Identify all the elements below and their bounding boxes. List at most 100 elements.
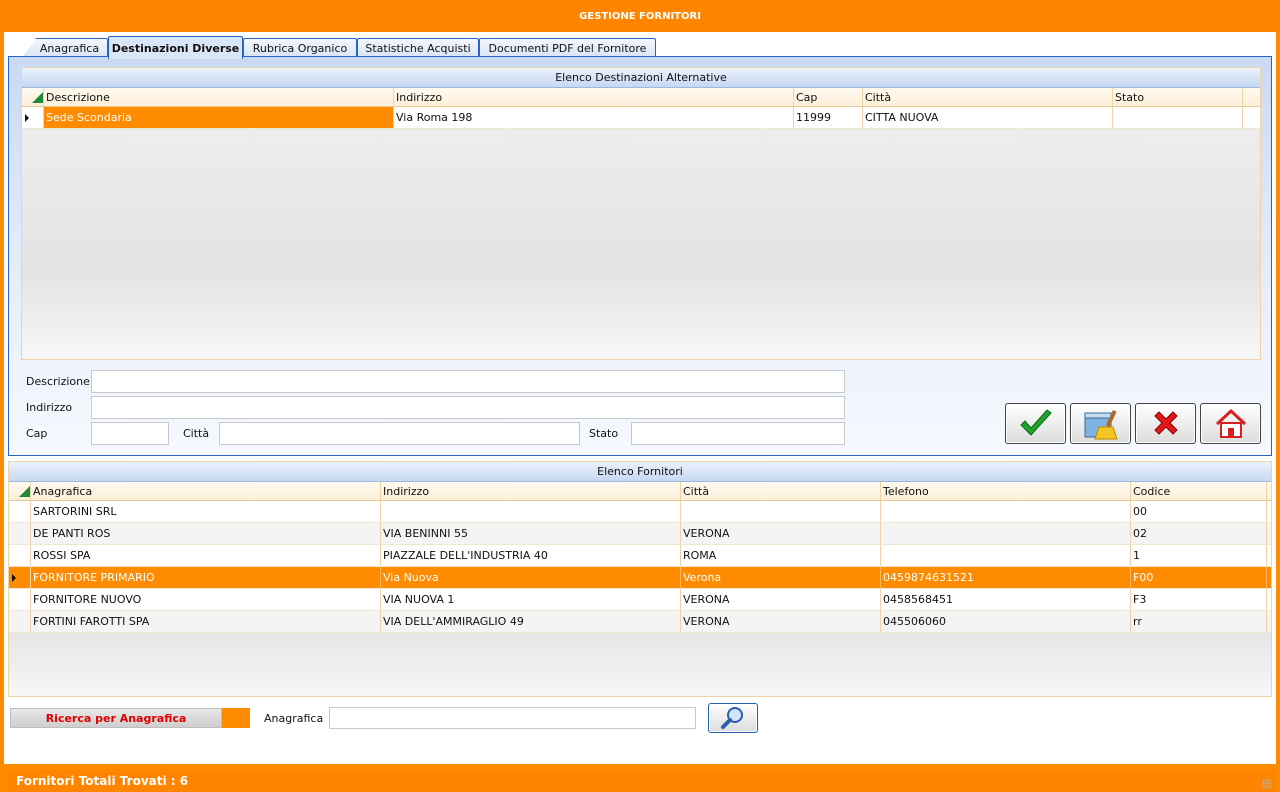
- column-header-anagrafica[interactable]: Anagrafica: [31, 482, 381, 500]
- suppliers-grid[interactable]: Elenco Fornitori Anagrafica Indirizzo Ci…: [8, 461, 1272, 697]
- tab-strip: Anagrafica Destinazioni Diverse Rubrica …: [12, 36, 1274, 59]
- stato-label: Stato: [589, 427, 619, 440]
- sort-indicator-icon: [19, 486, 30, 497]
- row-selector[interactable]: [22, 107, 44, 128]
- column-header-indirizzo[interactable]: Indirizzo: [381, 482, 681, 500]
- cell-codice[interactable]: F3: [1131, 589, 1267, 610]
- row-selector-header: [9, 482, 31, 500]
- descrizione-label: Descrizione: [26, 375, 90, 388]
- cell-codice[interactable]: 02: [1131, 523, 1267, 544]
- cell-indirizzo[interactable]: [381, 501, 681, 522]
- cell-citta[interactable]: VERONA: [681, 589, 881, 610]
- column-header-codice[interactable]: Codice: [1131, 482, 1267, 500]
- column-header-indirizzo[interactable]: Indirizzo: [394, 88, 794, 106]
- descrizione-input[interactable]: [91, 370, 845, 393]
- row-selector[interactable]: [9, 589, 31, 610]
- cell-codice[interactable]: F00: [1131, 567, 1267, 588]
- cell-indirizzo[interactable]: PIAZZALE DELL'INDUSTRIA 40: [381, 545, 681, 566]
- cell-telefono[interactable]: [881, 501, 1131, 522]
- column-header-descrizione[interactable]: Descrizione: [44, 88, 394, 106]
- column-header-telefono[interactable]: Telefono: [881, 482, 1131, 500]
- row-selector[interactable]: [9, 523, 31, 544]
- cell-anagrafica[interactable]: SARTORINI SRL: [31, 501, 381, 522]
- table-row[interactable]: ROSSI SPA PIAZZALE DELL'INDUSTRIA 40 ROMA 1: [9, 545, 1271, 567]
- cell-indirizzo[interactable]: VIA BENINNI 55: [381, 523, 681, 544]
- table-row[interactable]: FORNITORE PRIMARIO Via Nuova Verona 0459874…: [9, 567, 1271, 589]
- cell-telefono[interactable]: 0458568451: [881, 589, 1131, 610]
- cell-indirizzo[interactable]: Via Nuova: [381, 567, 681, 588]
- table-row[interactable]: FORNITORE NUOVO VIA NUOVA 1 VERONA 04585684…: [9, 589, 1271, 611]
- table-row[interactable]: FORTINI FAROTTI SPA VIA DELL'AMMIRAGLIO 4…: [9, 611, 1271, 633]
- cell-anagrafica[interactable]: FORTINI FAROTTI SPA: [31, 611, 381, 632]
- cell-citta[interactable]: Verona: [681, 567, 881, 588]
- sort-indicator-icon: [32, 92, 43, 103]
- row-selector[interactable]: [9, 545, 31, 566]
- search-button[interactable]: [708, 703, 758, 733]
- cell-anagrafica[interactable]: FORNITORE NUOVO: [31, 589, 381, 610]
- anagrafica-search-input[interactable]: [329, 707, 696, 729]
- tab-anagrafica[interactable]: Anagrafica: [22, 38, 108, 58]
- cell-codice[interactable]: 1: [1131, 545, 1267, 566]
- column-header-stato[interactable]: Stato: [1113, 88, 1243, 106]
- cell-indirizzo[interactable]: Via Roma 198: [394, 107, 794, 128]
- tab-rubrica-organico[interactable]: Rubrica Organico: [243, 38, 357, 58]
- table-row[interactable]: SARTORINI SRL 00: [9, 501, 1271, 523]
- cell-telefono[interactable]: [881, 545, 1131, 566]
- confirm-button[interactable]: [1005, 403, 1066, 444]
- cell-citta[interactable]: CITTA NUOVA: [863, 107, 1113, 128]
- cell-codice[interactable]: 00: [1131, 501, 1267, 522]
- cap-input[interactable]: [91, 422, 169, 445]
- suppliers-grid-header: Anagrafica Indirizzo Città Telefono Codi…: [9, 482, 1271, 501]
- row-selector[interactable]: [9, 567, 31, 588]
- column-header-cap[interactable]: Cap: [794, 88, 863, 106]
- home-button[interactable]: [1200, 403, 1261, 444]
- cell-indirizzo[interactable]: VIA DELL'AMMIRAGLIO 49: [381, 611, 681, 632]
- indirizzo-input[interactable]: [91, 396, 845, 419]
- cell-citta[interactable]: VERONA: [681, 523, 881, 544]
- tab-panel-destinazioni: Elenco Destinazioni Alternative Descrizi…: [8, 56, 1272, 456]
- magnifier-icon: [721, 707, 743, 729]
- destinations-grid-caption: Elenco Destinazioni Alternative: [22, 68, 1260, 88]
- destinations-grid[interactable]: Elenco Destinazioni Alternative Descrizi…: [21, 67, 1261, 360]
- main-client-area: Anagrafica Destinazioni Diverse Rubrica …: [4, 32, 1276, 792]
- tab-destinazioni-diverse[interactable]: Destinazioni Diverse: [108, 36, 243, 59]
- cell-descrizione[interactable]: Sede Scondaria: [44, 107, 394, 128]
- window-title: GESTIONE FORNITORI: [0, 0, 1280, 32]
- table-row[interactable]: Sede Scondaria Via Roma 198 11999 CITTA …: [22, 107, 1260, 129]
- cell-stato[interactable]: [1113, 107, 1243, 128]
- stato-input[interactable]: [631, 422, 845, 445]
- column-header-citta[interactable]: Città: [863, 88, 1113, 106]
- column-header-citta[interactable]: Città: [681, 482, 881, 500]
- home-icon: [1215, 408, 1246, 438]
- clear-button[interactable]: [1070, 403, 1131, 444]
- cell-citta[interactable]: VERONA: [681, 611, 881, 632]
- cell-telefono[interactable]: 045506060: [881, 611, 1131, 632]
- tab-documenti-pdf[interactable]: Documenti PDF del Fornitore: [479, 38, 656, 58]
- row-selector[interactable]: [9, 501, 31, 522]
- cell-citta[interactable]: [681, 501, 881, 522]
- cell-citta[interactable]: ROMA: [681, 545, 881, 566]
- cell-cap[interactable]: 11999: [794, 107, 863, 128]
- suppliers-grid-caption: Elenco Fornitori: [9, 462, 1271, 482]
- cell-telefono[interactable]: 0459874631521: [881, 567, 1131, 588]
- indirizzo-label: Indirizzo: [26, 401, 73, 414]
- current-row-icon: [12, 573, 16, 582]
- cell-codice[interactable]: rr: [1131, 611, 1267, 632]
- cap-label: Cap: [26, 427, 48, 440]
- search-mode-button[interactable]: Ricerca per Anagrafica: [10, 708, 222, 728]
- tab-statistiche-acquisti[interactable]: Statistiche Acquisti: [357, 38, 479, 58]
- table-row[interactable]: DE PANTI ROS VIA BENINNI 55 VERONA 02: [9, 523, 1271, 545]
- row-selector[interactable]: [9, 611, 31, 632]
- cell-anagrafica[interactable]: FORNITORE PRIMARIO: [31, 567, 381, 588]
- cell-telefono[interactable]: [881, 523, 1131, 544]
- destinations-grid-header: Descrizione Indirizzo Cap Città Stato: [22, 88, 1260, 107]
- search-mode-indicator: [222, 708, 250, 728]
- resize-grip-icon[interactable]: [1262, 779, 1272, 789]
- x-icon: [1153, 410, 1178, 435]
- citta-input[interactable]: [219, 422, 580, 445]
- cell-indirizzo[interactable]: VIA NUOVA 1: [381, 589, 681, 610]
- cell-anagrafica[interactable]: ROSSI SPA: [31, 545, 381, 566]
- anagrafica-search-label: Anagrafica: [264, 712, 324, 725]
- cell-anagrafica[interactable]: DE PANTI ROS: [31, 523, 381, 544]
- cancel-button[interactable]: [1135, 403, 1196, 444]
